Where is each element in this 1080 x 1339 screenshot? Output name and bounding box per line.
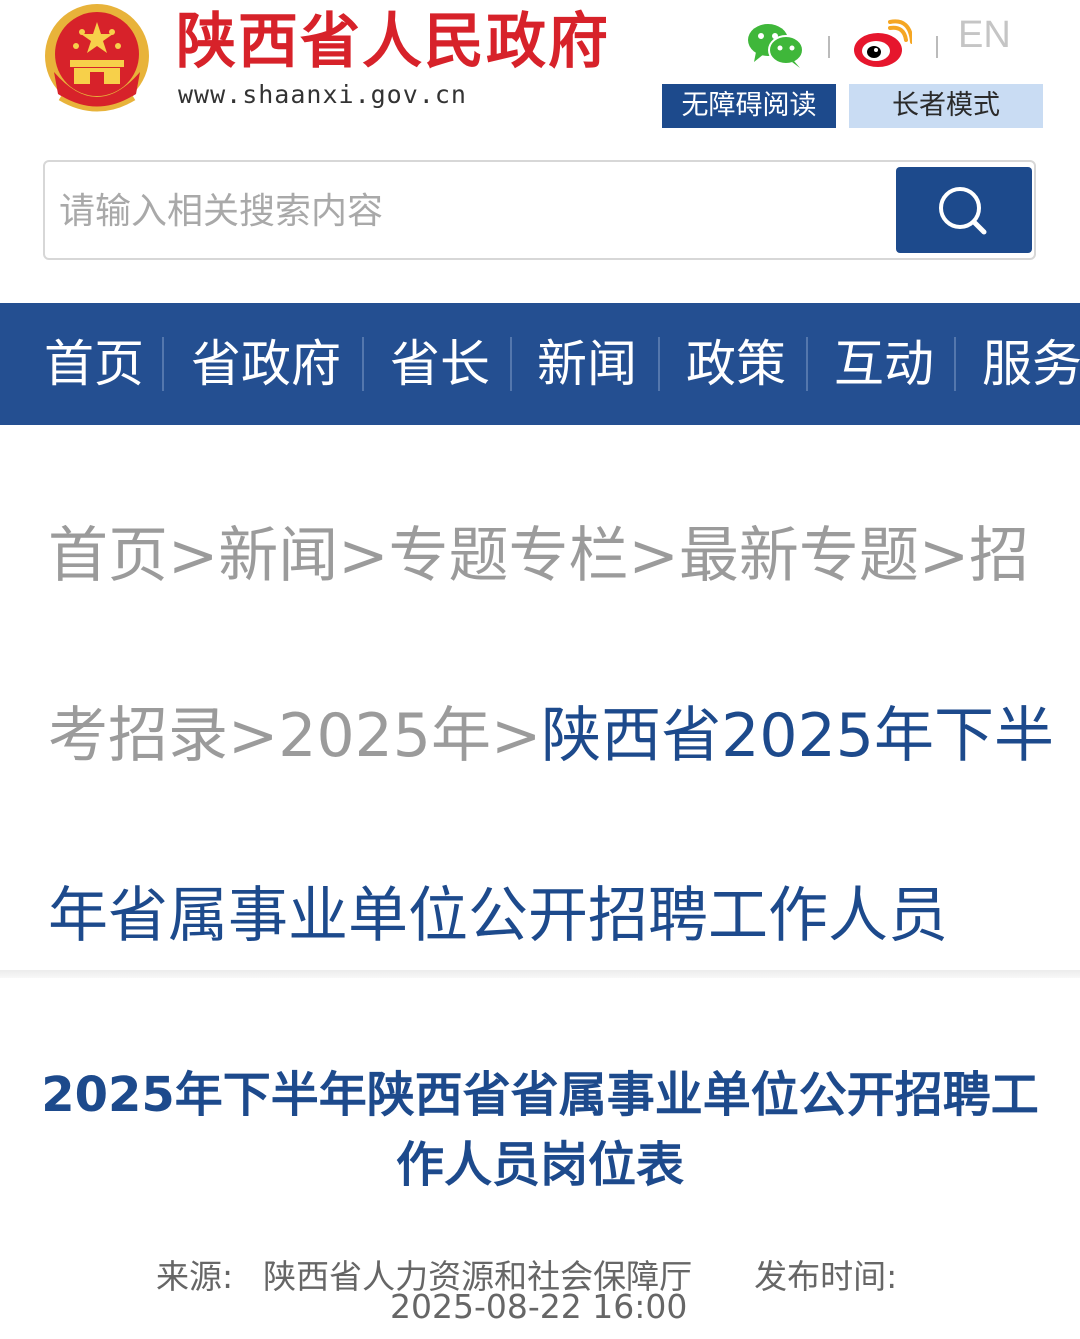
search-input[interactable] [59, 176, 889, 246]
social-divider [828, 36, 830, 58]
nav-divider [806, 337, 808, 391]
search-button[interactable] [896, 167, 1032, 253]
site-title[interactable]: 陕西省人民政府 [176, 6, 610, 78]
nav-divider [510, 337, 512, 391]
main-nav: 首页 省政府 省长 新闻 政策 互动 服务 [0, 303, 1080, 425]
nav-divider [162, 337, 164, 391]
search-bar [43, 160, 1036, 260]
publish-time: 2025-08-22 16:00 [390, 1287, 688, 1326]
nav-divider [362, 337, 364, 391]
section-divider [0, 970, 1080, 978]
breadcrumb-line: 考招录>2025年>陕西省2025年下半 [48, 646, 1054, 826]
weibo-icon[interactable] [852, 18, 914, 70]
nav-item-news[interactable]: 新闻 [537, 303, 637, 425]
national-emblem-icon[interactable] [40, 2, 154, 116]
article-title: 2025年下半年陕西省省属事业单位公开招聘工作人员岗位表 [41, 1067, 1039, 1193]
nav-item-governor[interactable]: 省长 [390, 303, 490, 425]
elder-mode-button[interactable]: 长者模式 [849, 84, 1043, 128]
search-icon [939, 187, 987, 235]
accessible-reading-button[interactable]: 无障碍阅读 [662, 84, 836, 128]
nav-item-government[interactable]: 省政府 [191, 303, 341, 425]
breadcrumb-current: 陕西省2025年下半 [541, 701, 1054, 771]
social-divider [936, 36, 938, 58]
site-header: 陕西省人民政府 www.shaanxi.gov.cn EN 无障碍阅读 长者模式 [0, 0, 1080, 140]
nav-item-interaction[interactable]: 互动 [834, 303, 934, 425]
breadcrumb-line[interactable]: 首页>新闻>专题专栏>最新专题>招 [48, 466, 1029, 646]
breadcrumb-path[interactable]: 考招录>2025年> [48, 701, 541, 771]
wechat-icon[interactable] [746, 20, 806, 70]
breadcrumb-current: 年省属事业单位公开招聘工作人员 [48, 881, 948, 951]
nav-divider [954, 337, 956, 391]
nav-item-policy[interactable]: 政策 [686, 303, 786, 425]
site-url[interactable]: www.shaanxi.gov.cn [178, 80, 467, 109]
nav-item-service[interactable]: 服务 [982, 303, 1080, 425]
english-link[interactable]: EN [958, 14, 1011, 57]
source-label: 来源: [156, 1257, 234, 1296]
nav-divider [658, 337, 660, 391]
nav-item-home[interactable]: 首页 [44, 303, 144, 425]
publish-label: 发布时间: [754, 1257, 898, 1296]
